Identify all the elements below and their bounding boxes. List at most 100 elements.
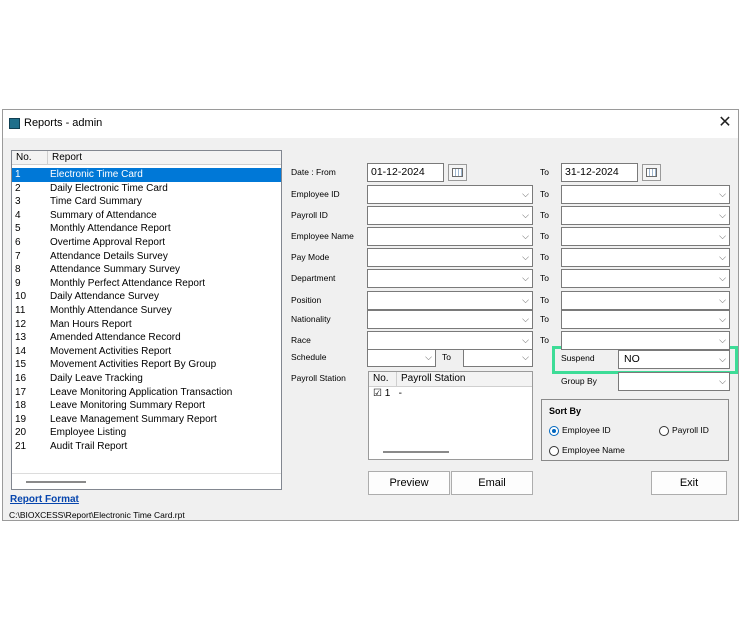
chevron-down-icon: ⌵ [522,252,529,262]
report-list-item[interactable]: 11 Monthly Attendance Survey [12,304,281,318]
preview-button[interactable]: Preview [368,471,450,495]
report-name: Monthly Attendance Report [50,223,171,235]
report-name: Leave Monitoring Summary Report [50,400,206,412]
schedule-to-select[interactable]: ⌵ [463,348,533,367]
report-list-item[interactable]: 13 Amended Attendance Record [12,331,281,345]
report-list-item[interactable]: 21 Audit Trail Report [12,440,281,454]
chevron-down-icon: ⌵ [522,335,529,345]
close-icon[interactable]: ✕ [715,113,735,133]
employee-id-from-select[interactable]: ⌵ [367,185,533,204]
report-list-item[interactable]: 6 Overtime Approval Report [12,236,281,250]
sort-employee-id-label[interactable]: Employee ID [562,425,611,435]
report-list-item[interactable]: 4 Summary of Attendance [12,209,281,223]
report-list-item[interactable]: 16 Daily Leave Tracking [12,372,281,386]
report-list-item[interactable]: 5 Monthly Attendance Report [12,222,281,236]
report-number: 5 [15,223,21,235]
column-header-report[interactable]: Report [48,151,281,165]
payroll-id-label: Payroll ID [291,210,328,220]
report-path: C:\BIOXCESS\Report\Electronic Time Card.… [9,510,185,520]
grid-header-no[interactable]: No. [369,372,397,387]
report-list-item[interactable]: 8 Attendance Summary Survey [12,263,281,277]
position-to-label: To [540,295,549,305]
email-button[interactable]: Email [451,471,533,495]
report-list-item[interactable]: 14 Movement Activities Report [12,345,281,359]
report-name: Audit Trail Report [50,441,128,452]
scrollbar-thumb[interactable] [26,481,86,483]
report-number: 4 [15,209,21,221]
payroll-id-to-label: To [540,210,549,220]
sort-payroll-id-label[interactable]: Payroll ID [672,425,709,435]
employee-id-to-select[interactable]: ⌵ [561,185,730,204]
report-list[interactable]: No. Report 1 Electronic Time Card 2 Daily E… [11,150,282,490]
nationality-to-select[interactable]: ⌵ [561,310,730,329]
report-list-item[interactable]: 10 Daily Attendance Survey [12,290,281,304]
report-list-item[interactable]: 2 Daily Electronic Time Card [12,182,281,196]
scrollbar-thumb[interactable] [383,451,449,453]
position-to-select[interactable]: ⌵ [561,291,730,310]
calendar-icon[interactable] [448,164,467,181]
exit-button[interactable]: Exit [651,471,727,495]
report-list-item[interactable]: 18 Leave Monitoring Summary Report [12,399,281,413]
radio-employee-name[interactable] [549,446,559,456]
report-list-item[interactable]: 9 Monthly Perfect Attendance Report [12,277,281,291]
sort-employee-name-label[interactable]: Employee Name [562,445,625,455]
report-list-item[interactable]: 12 Man Hours Report [12,318,281,332]
column-header-no[interactable]: No. [12,151,48,165]
race-label: Race [291,335,311,345]
group-by-select[interactable]: ⌵ [618,372,730,391]
employee-name-from-select[interactable]: ⌵ [367,227,533,246]
report-list-item[interactable]: 17 Leave Monitoring Application Transacti… [12,386,281,400]
checkbox-icon[interactable]: ☑ [373,388,382,399]
nationality-from-select[interactable]: ⌵ [367,310,533,329]
employee-name-to-select[interactable]: ⌵ [561,227,730,246]
department-to-select[interactable]: ⌵ [561,269,730,288]
chevron-down-icon: ⌵ [522,295,529,305]
report-name: Time Card Summary [50,196,142,208]
report-list-item[interactable]: 20 Employee Listing [12,426,281,440]
sort-by-group: Sort By Employee ID Payroll ID Employee … [541,399,729,461]
report-number: 1 [15,169,21,180]
horizontal-scrollbar[interactable] [12,473,281,489]
report-list-item[interactable]: 1 Electronic Time Card [12,168,281,182]
suspend-label: Suspend [561,353,595,363]
report-name: Man Hours Report [50,318,132,330]
department-from-select[interactable]: ⌵ [367,269,533,288]
chevron-down-icon: ⌵ [719,314,726,324]
suspend-select[interactable]: NO ⌵ [618,350,730,369]
report-name: Summary of Attendance [50,209,157,221]
race-to-label: To [540,335,549,345]
report-number: 18 [15,400,27,412]
report-list-item[interactable]: 7 Attendance Details Survey [12,250,281,264]
report-name: Amended Attendance Record [50,332,181,344]
pay-mode-from-select[interactable]: ⌵ [367,248,533,267]
report-number: 12 [15,318,27,330]
race-to-select[interactable]: ⌵ [561,331,730,350]
pay-mode-to-label: To [540,252,549,262]
pay-mode-label: Pay Mode [291,252,330,262]
grid-header-payroll-station[interactable]: Payroll Station [397,372,532,387]
calendar-icon[interactable] [642,164,661,181]
report-format-link[interactable]: Report Format [10,494,79,505]
report-number: 17 [15,386,27,398]
title-bar: Reports - admin ✕ [3,110,738,138]
race-from-select[interactable]: ⌵ [367,331,533,350]
report-number: 3 [15,196,21,208]
pay-mode-to-select[interactable]: ⌵ [561,248,730,267]
report-number: 9 [15,277,21,289]
report-list-item[interactable]: 15 Movement Activities Report By Group [12,358,281,372]
schedule-from-select[interactable]: ⌵ [367,348,436,367]
payroll-id-from-select[interactable]: ⌵ [367,206,533,225]
date-to-input[interactable]: 31-12-2024 [561,163,638,182]
date-from-input[interactable]: 01-12-2024 [367,163,444,182]
payroll-id-to-select[interactable]: ⌵ [561,206,730,225]
report-list-item[interactable]: 3 Time Card Summary [12,195,281,209]
radio-employee-id[interactable] [549,426,559,436]
date-from-label: Date : From [291,167,336,177]
position-from-select[interactable]: ⌵ [367,291,533,310]
radio-payroll-id[interactable] [659,426,669,436]
schedule-label: Schedule [291,352,327,362]
payroll-station-row[interactable]: ☑ 1 - [373,387,402,400]
report-number: 13 [15,332,27,344]
report-list-item[interactable]: 19 Leave Management Summary Report [12,413,281,427]
payroll-station-grid[interactable]: No. Payroll Station ☑ 1 - [368,371,533,460]
